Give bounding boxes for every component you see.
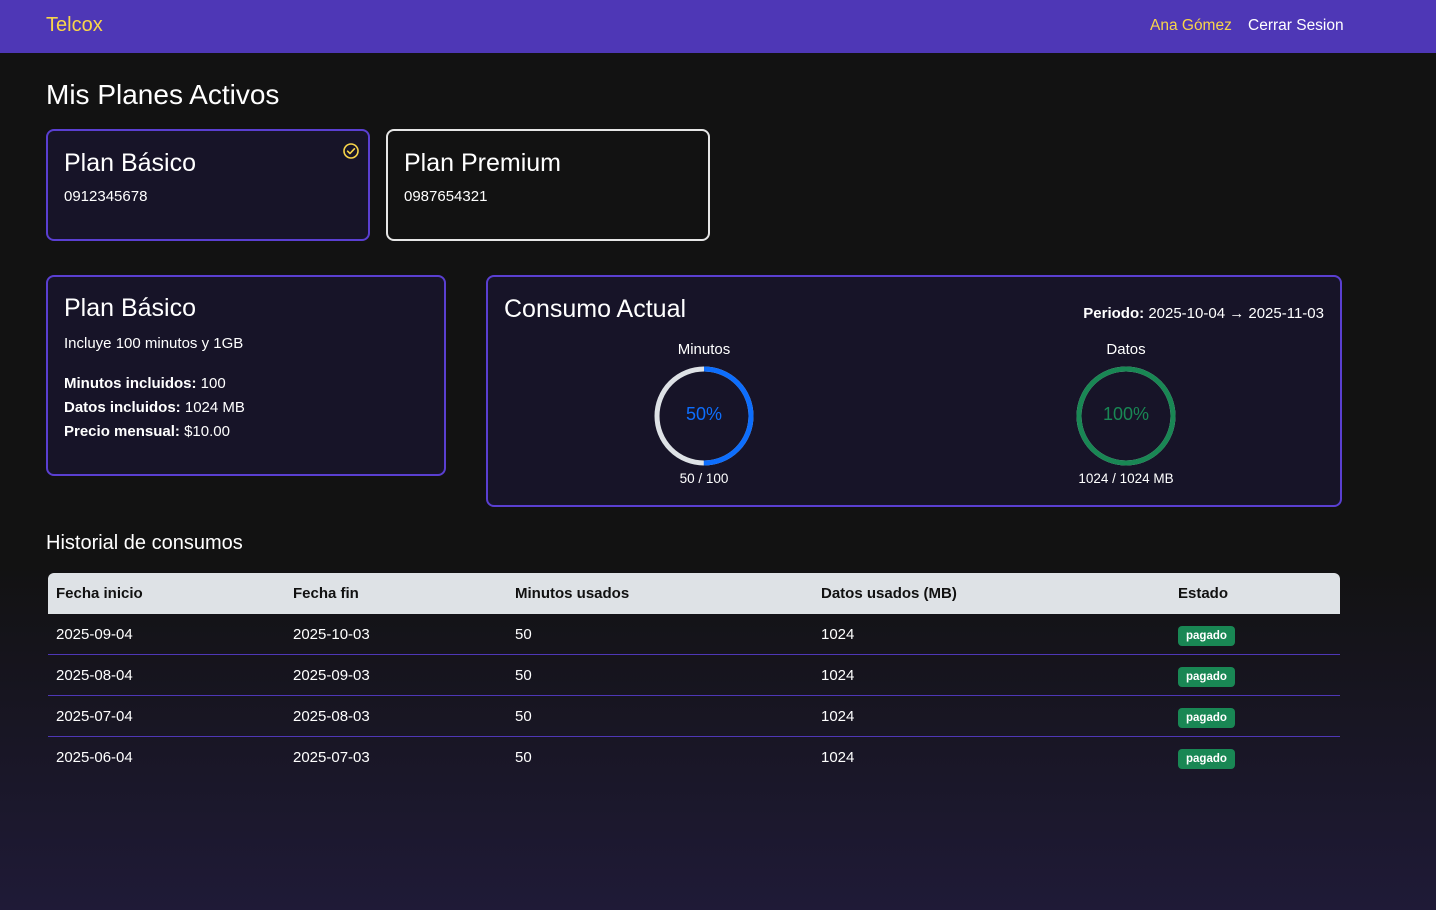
header-fecha-fin: Fecha fin: [293, 585, 359, 602]
minutes-gauge: 50%: [652, 364, 756, 468]
cell-datos: 1024: [821, 626, 855, 643]
cell-fecha-inicio: 2025-06-04: [56, 749, 133, 766]
cell-fecha-fin: 2025-10-03: [293, 626, 370, 643]
cell-minutos: 50: [515, 626, 532, 643]
plan-detail-title: Plan Básico: [64, 294, 197, 322]
data-included-label: Datos incluidos:: [64, 399, 181, 416]
check-circle-icon: [343, 143, 359, 159]
cell-datos: 1024: [821, 667, 855, 684]
header-minutos-usados: Minutos usados: [515, 585, 630, 602]
plan-name: Plan Básico: [64, 149, 197, 177]
cell-fecha-inicio: 2025-07-04: [56, 708, 133, 725]
page-title: Mis Planes Activos: [46, 79, 280, 110]
cell-fecha-inicio: 2025-09-04: [56, 626, 133, 643]
minutes-gauge-label: Minutos: [677, 341, 731, 358]
minutes-included-value: 100: [200, 375, 226, 392]
history-table: Fecha inicio Fecha fin Minutos usados Da…: [48, 573, 1340, 778]
plan-name: Plan Premium: [404, 149, 561, 177]
cell-fecha-fin: 2025-07-03: [293, 749, 370, 766]
period-value: 2025-10-04 → 2025-11-03: [1148, 305, 1324, 322]
cell-datos: 1024: [821, 708, 855, 725]
plan-card-premium[interactable]: Plan Premium 0987654321: [386, 129, 710, 241]
table-row: 2025-08-04 2025-09-03 50 1024 pagado: [48, 655, 1340, 696]
cell-datos: 1024: [821, 749, 855, 766]
cell-minutos: 50: [515, 667, 532, 684]
minutes-gauge-percent: 50%: [685, 404, 723, 424]
data-included: Datos incluidos: 1024 MB: [64, 399, 245, 416]
monthly-price-value: $10.00: [184, 423, 230, 440]
data-usage-detail: 1024 / 1024 MB: [1078, 471, 1174, 486]
status-badge: pagado: [1178, 626, 1235, 646]
current-consumption-card: Consumo Actual Periodo: 2025-10-04 → 202…: [486, 275, 1342, 507]
status-badge: pagado: [1178, 749, 1235, 769]
cell-fecha-inicio: 2025-08-04: [56, 667, 133, 684]
status-badge: pagado: [1178, 667, 1235, 687]
table-body: 2025-09-04 2025-10-03 50 1024 pagado 2025-08-…: [48, 614, 1340, 778]
brand-logo[interactable]: Telcox: [46, 14, 103, 37]
header-datos-usados: Datos usados (MB): [821, 585, 957, 602]
minutes-usage-detail: 50 / 100: [679, 471, 729, 486]
monthly-price: Precio mensual: $10.00: [64, 423, 230, 440]
cell-fecha-fin: 2025-08-03: [293, 708, 370, 725]
cell-fecha-fin: 2025-09-03: [293, 667, 370, 684]
data-gauge-percent: 100%: [1102, 404, 1150, 424]
header-estado: Estado: [1178, 585, 1229, 602]
navbar: Telcox Ana Gómez Cerrar Sesion: [0, 0, 1436, 53]
logout-link[interactable]: Cerrar Sesion: [1248, 17, 1344, 35]
history-title: Historial de consumos: [46, 532, 243, 554]
minutes-included-label: Minutos incluidos:: [64, 375, 197, 392]
plan-detail-card: Plan Básico Incluye 100 minutos y 1GB Mi…: [46, 275, 446, 476]
data-included-value: 1024 MB: [184, 399, 245, 416]
cell-minutos: 50: [515, 708, 532, 725]
consumption-title: Consumo Actual: [504, 295, 687, 323]
table-row: 2025-07-04 2025-08-03 50 1024 pagado: [48, 696, 1340, 737]
plan-phone: 0987654321: [404, 188, 488, 205]
plan-card-basico[interactable]: Plan Básico 0912345678: [46, 129, 370, 241]
monthly-price-label: Precio mensual:: [64, 423, 180, 440]
cell-minutos: 50: [515, 749, 532, 766]
plan-description: Incluye 100 minutos y 1GB: [64, 335, 244, 352]
period: Periodo: 2025-10-04 → 2025-11-03: [1083, 305, 1324, 322]
user-name-link[interactable]: Ana Gómez: [1150, 17, 1232, 35]
table-row: 2025-09-04 2025-10-03 50 1024 pagado: [48, 614, 1340, 655]
period-label: Periodo:: [1083, 305, 1145, 322]
header-fecha-inicio: Fecha inicio: [56, 585, 143, 602]
data-gauge: 100%: [1074, 364, 1178, 468]
data-gauge-label: Datos: [1106, 341, 1146, 358]
table-header: Fecha inicio Fecha fin Minutos usados Da…: [48, 573, 1340, 614]
plan-phone: 0912345678: [64, 188, 148, 205]
status-badge: pagado: [1178, 708, 1235, 728]
minutes-included: Minutos incluidos: 100: [64, 375, 226, 392]
table-row: 2025-06-04 2025-07-03 50 1024 pagado: [48, 737, 1340, 778]
